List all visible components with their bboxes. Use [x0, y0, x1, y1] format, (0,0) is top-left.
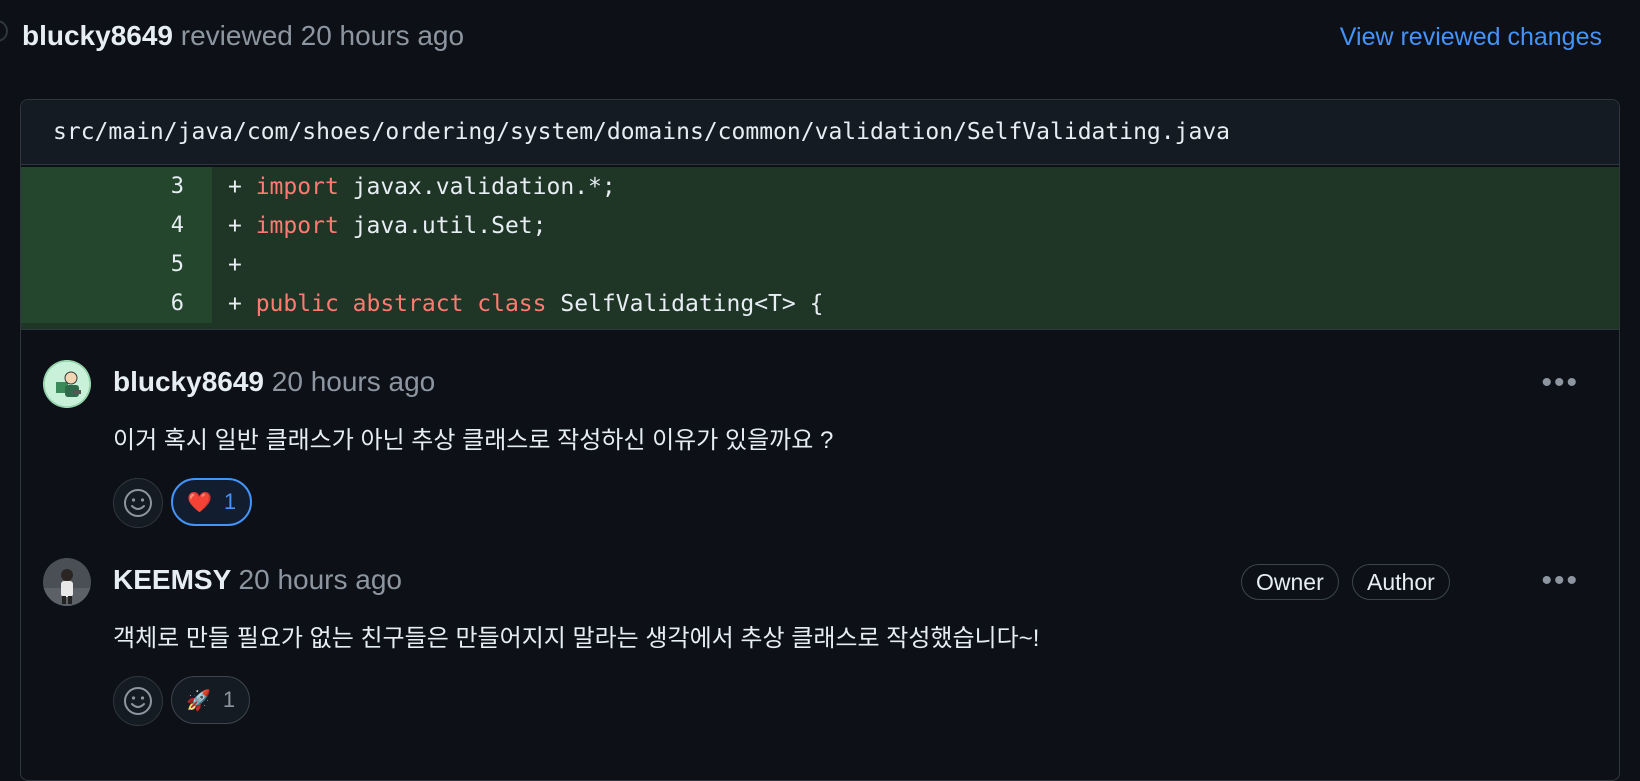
view-reviewed-changes-link[interactable]: View reviewed changes [1340, 23, 1602, 52]
review-header: blucky8649 reviewed 20 hours ago View re… [0, 0, 1640, 80]
reaction-count: 1 [222, 687, 236, 712]
rocket-icon: 🚀 [186, 689, 211, 712]
reviewer-name[interactable]: blucky8649 [22, 20, 173, 51]
comment-timestamp[interactable]: 20 hours ago [272, 366, 435, 397]
file-path[interactable]: src/main/java/com/shoes/ordering/system/… [53, 119, 1230, 145]
more-options-icon[interactable]: ••• [1541, 566, 1579, 596]
diff-added-marker: + [228, 173, 256, 200]
diff-line: 5 + [21, 245, 1619, 284]
code-keyword: public abstract class [255, 290, 547, 317]
code-line: + import javax.validation.*; [212, 174, 616, 200]
comment-author[interactable]: KEEMSY [113, 564, 231, 595]
reaction-heart-button[interactable]: ❤️ 1 [171, 478, 253, 526]
author-badge: Author [1352, 564, 1450, 600]
avatar[interactable] [43, 558, 91, 606]
diff-line: 6 + public abstract class SelfValidating… [21, 284, 1619, 323]
comment-header: KEEMSY 20 hours ago [113, 564, 402, 596]
comment-timestamp[interactable]: 20 hours ago [239, 564, 402, 595]
owner-badge: Owner [1241, 564, 1339, 600]
code-keyword: import [255, 212, 339, 239]
review-summary: blucky8649 reviewed 20 hours ago [22, 20, 464, 52]
more-options-icon[interactable]: ••• [1541, 368, 1579, 398]
diff-added-marker: + [228, 290, 256, 317]
code-text: javax.validation.*; [338, 173, 616, 200]
add-reaction-button[interactable] [113, 478, 163, 528]
comment-author[interactable]: blucky8649 [113, 366, 264, 397]
review-action: reviewed 20 hours ago [180, 20, 465, 51]
avatar-illustration-icon [43, 360, 91, 408]
code-line: + import java.util.Set; [212, 213, 547, 239]
code-line: + [212, 252, 242, 278]
code-text: SelfValidating<T> { [546, 290, 824, 317]
reaction-count: 1 [223, 489, 237, 514]
avatar[interactable] [43, 360, 91, 408]
code-keyword: import [255, 173, 339, 200]
add-reaction-button[interactable] [113, 676, 163, 726]
comment-list: blucky8649 20 hours ago ••• 이거 혹시 일반 클래스… [21, 329, 1619, 750]
comment-body: 객체로 만들 필요가 없는 친구들은 만들어지지 말라는 생각에서 추상 클래스… [113, 625, 1040, 652]
line-number[interactable]: 3 [21, 167, 200, 206]
code-line: + public abstract class SelfValidating<T… [212, 291, 823, 317]
diff-added-marker: + [228, 212, 256, 239]
timeline-dot-icon [0, 20, 8, 42]
diff-line: 3 + import javax.validation.*; [21, 167, 1619, 206]
file-path-header: src/main/java/com/shoes/ordering/system/… [21, 100, 1619, 165]
diff-line: 4 + import java.util.Set; [21, 206, 1619, 245]
diff-added-marker: + [228, 251, 242, 278]
code-text: java.util.Set; [338, 212, 547, 239]
diff-hunk: 3 + import javax.validation.*; 4 + impor… [21, 167, 1619, 329]
line-number[interactable]: 4 [21, 206, 200, 245]
line-number[interactable]: 5 [21, 245, 200, 284]
smiley-icon [124, 687, 152, 715]
smiley-icon [124, 489, 152, 517]
reaction-rocket-button[interactable]: 🚀 1 [171, 676, 251, 724]
review-thread-card: src/main/java/com/shoes/ordering/system/… [20, 99, 1620, 781]
comment-header: blucky8649 20 hours ago [113, 366, 435, 398]
avatar-photo-icon [43, 558, 91, 606]
comment-body: 이거 혹시 일반 클래스가 아닌 추상 클래스로 작성하신 이유가 있을까요 ? [113, 427, 834, 454]
heart-icon: ❤️ [187, 491, 212, 514]
line-number[interactable]: 6 [21, 284, 200, 323]
